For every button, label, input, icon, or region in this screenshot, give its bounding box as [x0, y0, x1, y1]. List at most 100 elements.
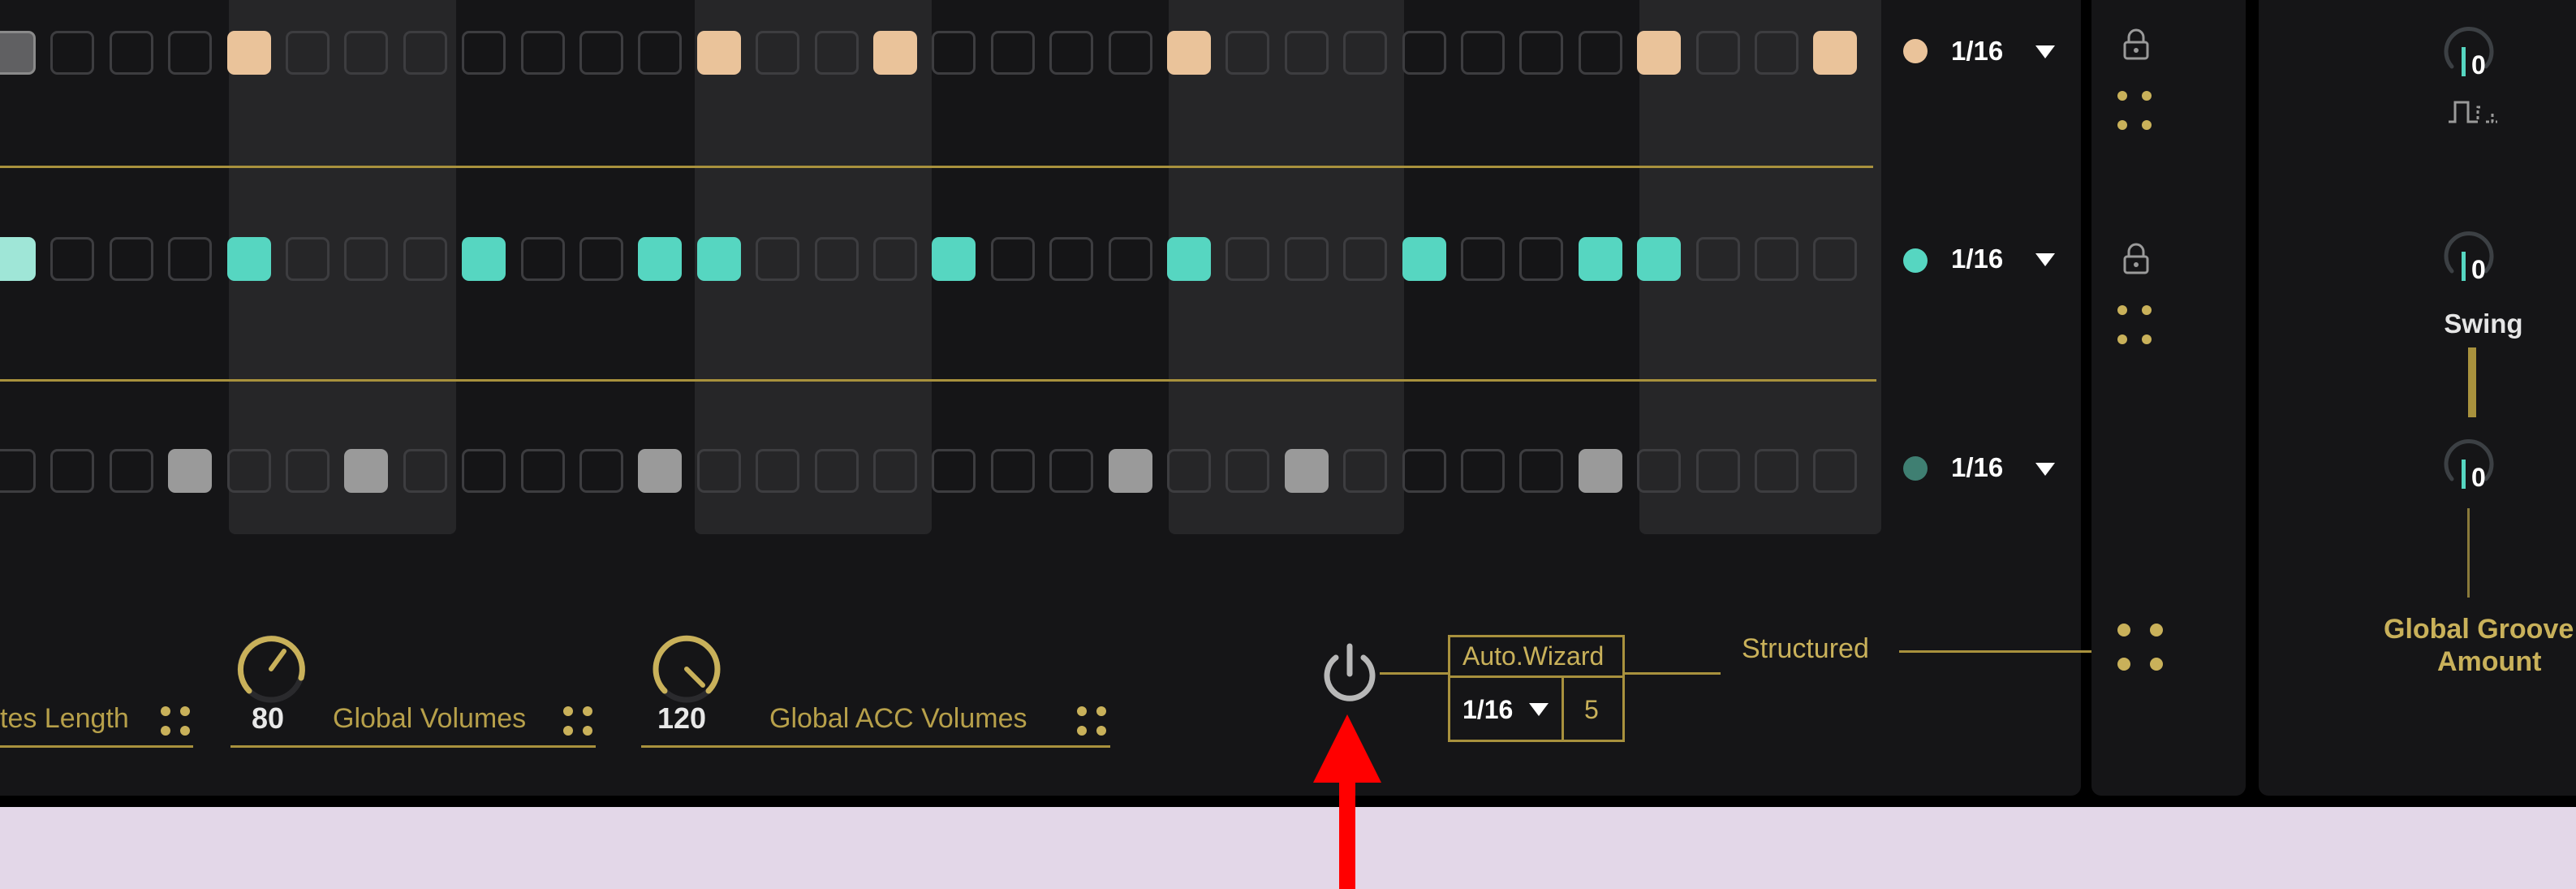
step-button[interactable] — [1109, 237, 1152, 281]
step-button[interactable] — [1696, 31, 1740, 75]
step-button[interactable] — [638, 31, 682, 75]
step-button[interactable] — [991, 237, 1035, 281]
step-button[interactable] — [932, 237, 976, 281]
step-button[interactable] — [756, 237, 799, 281]
auto-wizard-rate[interactable]: 1/16 — [1462, 695, 1513, 725]
step-button[interactable] — [1226, 31, 1269, 75]
step-button[interactable] — [815, 449, 859, 493]
step-button[interactable] — [1813, 31, 1857, 75]
step-button[interactable] — [462, 449, 506, 493]
grip-icon[interactable] — [1077, 706, 1106, 736]
step-button[interactable] — [462, 237, 506, 281]
step-button[interactable] — [227, 449, 271, 493]
groove-knob-2[interactable] — [2440, 226, 2497, 283]
step-button[interactable] — [991, 449, 1035, 493]
step-button[interactable] — [50, 237, 94, 281]
power-icon[interactable] — [1320, 641, 1380, 706]
step-button[interactable] — [286, 237, 330, 281]
step-button[interactable] — [932, 31, 976, 75]
step-button[interactable] — [1755, 31, 1798, 75]
step-button[interactable] — [1755, 449, 1798, 493]
step-button[interactable] — [521, 31, 565, 75]
step-button[interactable] — [227, 31, 271, 75]
step-button[interactable] — [1343, 31, 1387, 75]
step-button[interactable] — [462, 31, 506, 75]
step-button[interactable] — [50, 449, 94, 493]
step-button[interactable] — [521, 449, 565, 493]
step-button[interactable] — [1343, 237, 1387, 281]
step-button[interactable] — [1461, 449, 1505, 493]
step-button[interactable] — [168, 237, 212, 281]
step-button[interactable] — [110, 31, 153, 75]
step-button[interactable] — [1285, 449, 1329, 493]
step-button[interactable] — [815, 237, 859, 281]
step-button[interactable] — [344, 31, 388, 75]
step-button[interactable] — [1755, 237, 1798, 281]
groove-knob-1[interactable] — [2440, 21, 2497, 78]
caret-down-icon[interactable] — [2035, 45, 2055, 58]
step-button[interactable] — [344, 237, 388, 281]
step-button[interactable] — [638, 237, 682, 281]
step-button[interactable] — [521, 237, 565, 281]
step-button[interactable] — [1343, 449, 1387, 493]
step-button[interactable] — [697, 237, 741, 281]
step-button[interactable] — [1696, 237, 1740, 281]
global-volumes-knob[interactable] — [234, 632, 308, 706]
step-button[interactable] — [1579, 449, 1622, 493]
step-button[interactable] — [873, 237, 917, 281]
swing-bar[interactable] — [2468, 347, 2476, 417]
step-button[interactable] — [403, 31, 447, 75]
step-button[interactable] — [168, 449, 212, 493]
groove-knob-3[interactable] — [2440, 434, 2497, 490]
step-button[interactable] — [1461, 237, 1505, 281]
step-button[interactable] — [815, 31, 859, 75]
global-acc-volumes-knob[interactable] — [649, 632, 724, 706]
grip-icon[interactable] — [161, 706, 190, 736]
step-button[interactable] — [1637, 237, 1681, 281]
step-button[interactable] — [110, 449, 153, 493]
step-button[interactable] — [0, 449, 36, 493]
caret-down-icon[interactable] — [2035, 463, 2055, 476]
step-button[interactable] — [638, 449, 682, 493]
step-button[interactable] — [1813, 449, 1857, 493]
step-button[interactable] — [1049, 31, 1093, 75]
step-button[interactable] — [344, 449, 388, 493]
step-button[interactable] — [227, 237, 271, 281]
step-button[interactable] — [1049, 449, 1093, 493]
step-button[interactable] — [1813, 237, 1857, 281]
lane-1-rate[interactable]: 1/16 — [1951, 36, 2003, 67]
step-button[interactable] — [403, 449, 447, 493]
grip-icon[interactable] — [2117, 624, 2163, 672]
step-button[interactable] — [932, 449, 976, 493]
grip-icon[interactable] — [2117, 91, 2155, 136]
step-button[interactable] — [579, 449, 623, 493]
step-button[interactable] — [0, 31, 36, 75]
step-button[interactable] — [756, 31, 799, 75]
step-button[interactable] — [991, 31, 1035, 75]
step-button[interactable] — [1637, 31, 1681, 75]
step-button[interactable] — [756, 449, 799, 493]
step-button[interactable] — [697, 31, 741, 75]
caret-down-icon[interactable] — [1529, 703, 1549, 716]
step-button[interactable] — [1285, 31, 1329, 75]
step-button[interactable] — [1049, 237, 1093, 281]
step-button[interactable] — [1519, 31, 1563, 75]
step-button[interactable] — [579, 237, 623, 281]
step-button[interactable] — [697, 449, 741, 493]
step-button[interactable] — [873, 449, 917, 493]
step-button[interactable] — [50, 31, 94, 75]
step-button[interactable] — [579, 31, 623, 75]
step-button[interactable] — [1167, 237, 1211, 281]
step-button[interactable] — [403, 237, 447, 281]
step-button[interactable] — [1167, 449, 1211, 493]
step-button[interactable] — [286, 31, 330, 75]
step-button[interactable] — [286, 449, 330, 493]
step-button[interactable] — [168, 31, 212, 75]
step-button[interactable] — [1402, 449, 1446, 493]
grip-icon[interactable] — [2117, 305, 2155, 351]
step-button[interactable] — [1285, 237, 1329, 281]
step-button[interactable] — [1109, 31, 1152, 75]
step-button[interactable] — [1461, 31, 1505, 75]
step-button[interactable] — [1109, 449, 1152, 493]
step-button[interactable] — [110, 237, 153, 281]
